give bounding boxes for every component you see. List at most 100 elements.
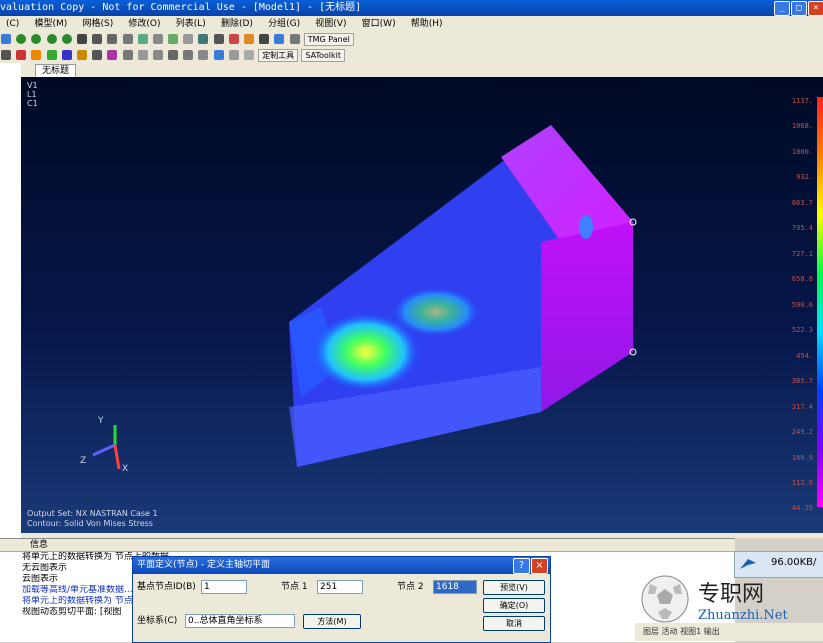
curve-icon[interactable] (152, 50, 163, 60)
node-icon[interactable] (16, 50, 27, 60)
select-icon[interactable] (183, 34, 194, 44)
element-icon[interactable] (31, 50, 42, 60)
magnify-icon[interactable] (137, 34, 148, 44)
postprocess-icon[interactable] (228, 34, 239, 44)
node1-label: 节点 1 (281, 582, 308, 592)
menu-window[interactable]: 窗口(W) (356, 19, 402, 29)
coord-icon[interactable] (198, 50, 209, 60)
coord-select[interactable]: 0..总体直角坐标系 (185, 614, 295, 628)
base-node-label: 基点节点ID(B) (137, 582, 196, 592)
contour-colorbar (817, 97, 823, 507)
toolbar-secondary: 定制工具 SAToolkit (0, 47, 823, 64)
fit-icon[interactable] (107, 34, 118, 44)
z-axis-triad (92, 443, 116, 457)
cancel-button[interactable]: 取消 (483, 616, 545, 631)
material-icon[interactable] (76, 50, 87, 60)
new-icon[interactable] (1, 34, 11, 44)
menu-model[interactable]: 模型(M) (29, 19, 74, 29)
legend-value: 385.7 (791, 377, 813, 385)
tab-untitled[interactable]: 无标题 (35, 64, 77, 77)
menu-delete[interactable]: 删除(D) (215, 19, 259, 29)
text-icon[interactable] (228, 50, 239, 60)
graphics-viewport[interactable]: V1 L1 C1 Y Z X Output Set: NX NASTRAN Ca… (21, 77, 823, 533)
node2-input[interactable]: 1618 (433, 580, 477, 594)
solid-icon[interactable] (168, 50, 179, 60)
options-icon[interactable] (289, 34, 300, 44)
menu-help[interactable]: 帮助(H) (405, 19, 449, 29)
workplane-icon[interactable] (244, 50, 254, 60)
function-icon[interactable] (213, 50, 224, 60)
menu-mesh[interactable]: 网格(S) (76, 19, 119, 29)
menu-bar: (C) 模型(M) 网格(S) 修改(O) 列表(L) 删除(D) 分组(G) … (0, 16, 823, 31)
deform-icon[interactable] (259, 34, 270, 44)
load-icon[interactable] (92, 50, 103, 60)
ok-button[interactable]: 确定(O) (483, 598, 545, 613)
method-button[interactable]: 方法(M) (303, 614, 361, 629)
tmg-panel-button[interactable]: TMG Panel (303, 33, 354, 46)
zoom-icon[interactable] (122, 34, 133, 44)
legend-value: 795.4 (791, 224, 813, 232)
menu-list[interactable]: 列表(L) (170, 19, 212, 29)
rotate-icon[interactable] (92, 34, 103, 44)
help-icon[interactable]: ? (513, 558, 530, 574)
menu-group[interactable]: 分组(G) (262, 19, 306, 29)
legend-value: 317.4 (791, 403, 813, 411)
layer-icon[interactable] (198, 34, 209, 44)
animate-icon[interactable] (274, 34, 285, 44)
contour-icon[interactable] (244, 34, 254, 44)
meshing-icon[interactable] (1, 50, 11, 60)
legend-value: 522.3 (791, 326, 813, 334)
point-icon[interactable] (183, 50, 194, 60)
check-icon[interactable] (46, 50, 57, 60)
minimize-button[interactable]: _ (774, 1, 790, 16)
forward-icon[interactable] (31, 34, 42, 44)
menu-item[interactable]: (C) (0, 19, 25, 29)
down-icon[interactable] (61, 34, 72, 44)
pan-icon[interactable] (76, 34, 87, 44)
stress-hotspot-secondary (391, 287, 481, 337)
title-bar: valuation Copy - Not for Commercial Use … (0, 0, 823, 16)
view-icon[interactable] (168, 34, 179, 44)
x-axis-triad (113, 444, 121, 470)
node1-input[interactable]: 251 (317, 580, 363, 594)
soccer-ball-icon (641, 575, 689, 623)
output-set-label: Output Set: NX NASTRAN Case 1 (27, 509, 158, 518)
satoolkit-button[interactable]: SAToolkit (301, 49, 345, 62)
menu-modify[interactable]: 修改(O) (122, 19, 166, 29)
coord-label: 坐标系(C) (137, 616, 178, 626)
dialog-title: 平面定义(节点) - 定义主轴切平面 (133, 557, 550, 574)
watermark-text: 专职网 (698, 582, 765, 607)
render-icon[interactable] (213, 34, 224, 44)
custom-tools-button[interactable]: 定制工具 (258, 49, 299, 62)
legend-value: 180.9 (791, 454, 813, 462)
legend-value: 932. (796, 173, 813, 181)
legend-value: 249.2 (791, 428, 813, 436)
constraint-icon[interactable] (107, 50, 118, 60)
back-icon[interactable] (16, 34, 27, 44)
legend-value: 112.6 (791, 479, 813, 487)
close-button[interactable]: × (808, 1, 823, 16)
window-title: valuation Copy - Not for Commercial Use … (0, 2, 362, 13)
grid-icon[interactable] (152, 34, 163, 44)
watermark: 专职网 Zhuanzhi.Net (640, 572, 823, 627)
toolbar-main: TMG Panel (0, 31, 823, 48)
legend-value: 863.7 (791, 199, 813, 207)
preview-button[interactable]: 预览(V) (483, 580, 545, 595)
legend-value: 454. (796, 352, 813, 360)
legend-value: 727.1 (791, 250, 813, 258)
legend-value: 658.8 (791, 275, 813, 283)
base-node-input[interactable]: 1 (201, 580, 247, 594)
property-icon[interactable] (61, 50, 72, 60)
up-icon[interactable] (46, 34, 57, 44)
surface-icon[interactable] (137, 50, 148, 60)
model-front-face (541, 222, 633, 412)
status-text: 图层 活动 视图1 输出 (643, 627, 720, 636)
tab-strip: 无标题 (21, 63, 823, 77)
close-icon[interactable]: × (531, 558, 548, 574)
messages-header: 信息 (0, 539, 735, 552)
model-info-pane[interactable] (0, 63, 22, 538)
maximize-button[interactable]: □ (791, 1, 807, 16)
analysis-icon[interactable] (122, 50, 133, 60)
contour-label: Contour: Solid Von Mises Stress (27, 519, 153, 528)
menu-view[interactable]: 视图(V) (309, 19, 352, 29)
